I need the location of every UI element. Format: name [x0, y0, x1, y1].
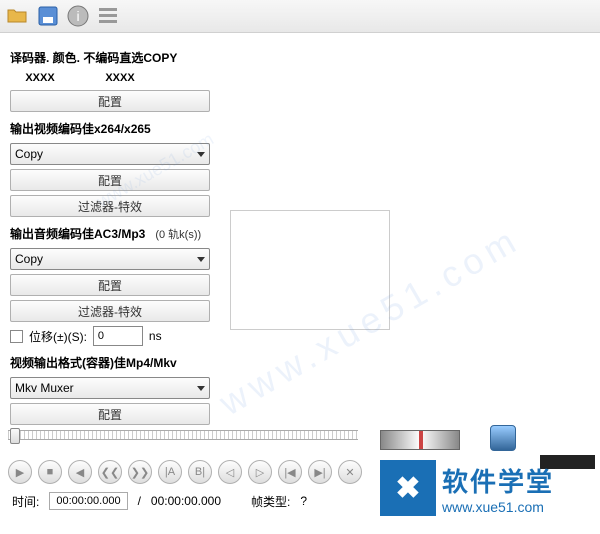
speaker-icon[interactable]	[490, 425, 516, 451]
svg-text:i: i	[76, 8, 79, 24]
time-current[interactable]: 00:00:00.000	[49, 492, 127, 510]
audio-codec-select[interactable]: Copy	[10, 248, 210, 270]
offset-label: 位移(±)(S):	[29, 328, 87, 345]
slider-thumb[interactable]	[10, 428, 20, 444]
video-codec-select[interactable]: Copy	[10, 143, 210, 165]
offset-spinner[interactable]: 0	[93, 326, 143, 346]
decoder-col1: XXXX	[10, 72, 70, 84]
video-filters-button[interactable]: 过滤器-特效	[10, 195, 210, 217]
forward-button[interactable]: ❯❯	[128, 460, 152, 484]
video-title: 输出视频编码佳x264/x265	[10, 120, 590, 137]
audio-codec-value: Copy	[15, 252, 43, 266]
time-info-row: 时间: 00:00:00.000 / 00:00:00.000 帧类型: ?	[12, 492, 307, 510]
last-frame-button[interactable]: ▶|	[308, 460, 332, 484]
video-codec-value: Copy	[15, 147, 43, 161]
logo-mark-icon: ✖	[380, 460, 436, 516]
first-frame-button[interactable]: |◀	[278, 460, 302, 484]
volume-thumb[interactable]	[419, 431, 423, 449]
rewind-button[interactable]: ❮❮	[98, 460, 122, 484]
decoder-col2: XXXX	[90, 72, 150, 84]
preview-panel	[230, 210, 390, 330]
offset-checkbox[interactable]	[10, 330, 23, 343]
mark-a-button[interactable]: |A	[158, 460, 182, 484]
output-title: 视频输出格式(容器)佳Mp4/Mkv	[10, 354, 590, 371]
chevron-down-icon	[197, 386, 205, 391]
prev-frame-button[interactable]: ◀	[68, 460, 92, 484]
properties-icon[interactable]	[96, 4, 120, 28]
main-toolbar: i	[0, 0, 600, 33]
timeline-slider[interactable]	[8, 430, 358, 450]
logo-area: ✖ 软件学堂 www.xue51.com	[380, 460, 554, 516]
info-icon[interactable]: i	[66, 4, 90, 28]
next-key-button[interactable]: ▷	[248, 460, 272, 484]
mark-b-button[interactable]: B|	[188, 460, 212, 484]
stop-button[interactable]: ■	[38, 460, 62, 484]
time-label: 时间:	[12, 493, 39, 510]
play-button[interactable]: ▶	[8, 460, 32, 484]
open-folder-icon[interactable]	[6, 4, 30, 28]
output-format-value: Mkv Muxer	[15, 381, 74, 395]
output-configure-button[interactable]: 配置	[10, 403, 210, 425]
logo-text-cn: 软件学堂	[442, 462, 554, 499]
audio-configure-button[interactable]: 配置	[10, 274, 210, 296]
frame-type-label: 帧类型:	[251, 493, 290, 510]
decoder-configure-button[interactable]: 配置	[10, 90, 210, 112]
playback-controls: ▶ ■ ◀ ❮❮ ❯❯ |A B| ◁ ▷ |◀ ▶| ✕	[8, 460, 362, 484]
chevron-down-icon	[197, 257, 205, 262]
output-format-select[interactable]: Mkv Muxer	[10, 377, 210, 399]
disk-icon[interactable]	[36, 4, 60, 28]
time-total: 00:00:00.000	[151, 494, 221, 508]
volume-slider[interactable]	[380, 430, 460, 450]
decoder-title: 译码器. 颜色. 不编码直选COPY	[10, 49, 590, 66]
frame-type-value: ?	[300, 494, 307, 508]
chevron-down-icon	[197, 152, 205, 157]
delete-button[interactable]: ✕	[338, 460, 362, 484]
logo-text-url: www.xue51.com	[442, 499, 554, 515]
offset-unit: ns	[149, 329, 162, 343]
prev-key-button[interactable]: ◁	[218, 460, 242, 484]
audio-title: 输出音频编码佳AC3/Mp3	[10, 225, 145, 242]
video-configure-button[interactable]: 配置	[10, 169, 210, 191]
time-sep: /	[138, 494, 141, 508]
audio-tracks-label: (0 轨k(s))	[155, 226, 201, 242]
audio-filters-button[interactable]: 过滤器-特效	[10, 300, 210, 322]
